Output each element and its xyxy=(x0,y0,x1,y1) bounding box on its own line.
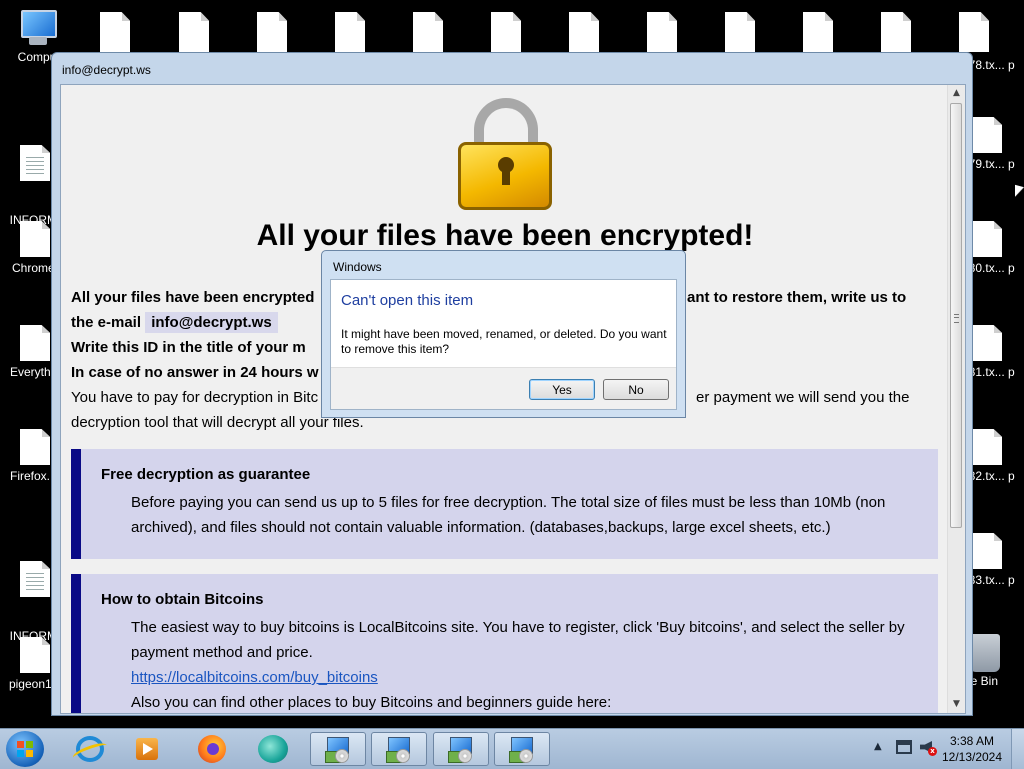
guarantee-title: Free decryption as guarantee xyxy=(101,466,311,483)
dialog-footer: Yes No xyxy=(331,367,676,409)
setup-program-icon xyxy=(509,737,533,763)
clock[interactable]: 3:38 AM 12/13/2024 xyxy=(936,733,1008,765)
text-file-icon xyxy=(20,145,50,181)
setup-program-icon xyxy=(448,737,472,763)
no-button[interactable]: No xyxy=(603,379,669,400)
network-icon[interactable] xyxy=(896,740,912,754)
browser-icon xyxy=(258,735,288,763)
para4-line2: decryption tool that will decrypt all yo… xyxy=(71,414,364,431)
desktop-file-icon[interactable] xyxy=(335,12,365,52)
file-icon xyxy=(972,325,1002,361)
contact-email: info@decrypt.ws xyxy=(145,312,278,333)
taskbar-open-window-1[interactable] xyxy=(310,732,366,766)
taskbar-firefox[interactable] xyxy=(186,732,238,766)
para2-line: Write this ID in the title of your m xyxy=(71,339,306,356)
dialog-heading: Can't open this item xyxy=(341,292,474,309)
email-prefix: the e-mail xyxy=(71,314,142,331)
desktop-file-icon[interactable] xyxy=(803,12,833,52)
scroll-down-icon[interactable]: ▼ xyxy=(948,696,965,713)
start-button[interactable] xyxy=(6,731,44,767)
ransom-headline: All your files have been encrypted! xyxy=(256,219,754,252)
scroll-thumb[interactable] xyxy=(950,103,962,528)
file-icon xyxy=(972,429,1002,465)
yes-button[interactable]: Yes xyxy=(529,379,595,400)
guarantee-box: Free decryption as guarantee Before payi… xyxy=(71,449,938,559)
para1-line1-right: ant to restore them, write us to xyxy=(687,289,907,306)
vertical-scrollbar[interactable]: ▲ ▼ xyxy=(947,85,965,713)
internet-explorer-icon xyxy=(76,736,104,762)
taskbar: ▲ x 3:38 AM 12/13/2024 xyxy=(0,728,1024,769)
file-icon xyxy=(20,221,50,257)
bitcoin-box: How to obtain Bitcoins The easiest way t… xyxy=(71,574,938,713)
taskbar-open-window-4[interactable] xyxy=(494,732,550,766)
file-icon xyxy=(20,429,50,465)
setup-program-icon xyxy=(386,737,410,763)
para4-line1-left: You have to pay for decryption in Bitc xyxy=(71,389,319,406)
localbitcoins-link[interactable]: https://localbitcoins.com/buy_bitcoins xyxy=(131,669,378,686)
file-icon xyxy=(972,117,1002,153)
desktop-file-icon[interactable] xyxy=(569,12,599,52)
bitcoin-line1: The easiest way to buy bitcoins is Local… xyxy=(131,619,905,636)
guarantee-line1: Before paying you can send us up to 5 fi… xyxy=(131,494,886,511)
desktop-file-icon[interactable] xyxy=(179,12,209,52)
recycle-bin-icon xyxy=(970,634,1000,672)
para4-line1-right: er payment we will send you the xyxy=(696,389,910,406)
file-icon xyxy=(972,533,1002,569)
computer-icon xyxy=(17,10,57,48)
desktop-file-icon[interactable] xyxy=(257,12,287,52)
desktop-file-icon[interactable] xyxy=(959,12,989,52)
para3-line: In case of no answer in 24 hours w xyxy=(71,364,319,381)
para1-line1-left: All your files have been encrypted xyxy=(71,289,315,306)
taskbar-open-window-2[interactable] xyxy=(371,732,427,766)
taskbar-browser[interactable] xyxy=(248,732,300,766)
taskbar-open-window-3[interactable] xyxy=(433,732,489,766)
media-player-icon xyxy=(136,738,158,760)
bitcoin-title: How to obtain Bitcoins xyxy=(101,591,264,608)
bitcoin-line3: Also you can find other places to buy Bi… xyxy=(131,694,612,711)
file-icon xyxy=(972,221,1002,257)
dialog-body: Can't open this item It might have been … xyxy=(330,279,677,410)
scroll-up-icon[interactable]: ▲ xyxy=(948,85,965,102)
file-icon xyxy=(20,637,50,673)
taskbar-internet-explorer[interactable] xyxy=(64,732,116,766)
desktop-file-icon[interactable] xyxy=(100,12,130,52)
error-dialog: Windows Can't open this item It might ha… xyxy=(321,250,686,418)
show-hidden-icons-icon[interactable]: ▲ xyxy=(874,741,882,752)
guarantee-line2: archived), and files should not contain … xyxy=(131,519,831,536)
clock-date: 12/13/2024 xyxy=(941,750,1003,764)
taskbar-media-player[interactable] xyxy=(122,732,174,766)
padlock-icon xyxy=(458,98,554,210)
firefox-icon xyxy=(198,735,226,763)
mouse-cursor xyxy=(1015,184,1024,200)
text-file-icon xyxy=(20,561,50,597)
desktop-file-icon[interactable] xyxy=(413,12,443,52)
para1-line2: the e-mail info@decrypt.ws xyxy=(71,312,278,333)
desktop-file-icon[interactable] xyxy=(647,12,677,52)
file-icon xyxy=(20,325,50,361)
system-tray: ▲ x 3:38 AM 12/13/2024 xyxy=(864,729,1024,769)
show-desktop-button[interactable] xyxy=(1011,729,1024,769)
dialog-title: Windows xyxy=(333,260,382,274)
dialog-message: It might have been moved, renamed, or de… xyxy=(341,327,667,356)
windows-logo-icon xyxy=(17,741,33,757)
bitcoin-line2: payment method and price. xyxy=(131,644,313,661)
desktop-file-icon[interactable] xyxy=(881,12,911,52)
clock-time: 3:38 AM xyxy=(949,734,995,748)
setup-program-icon xyxy=(325,737,349,763)
window-title: info@decrypt.ws xyxy=(62,63,151,77)
desktop-file-icon[interactable] xyxy=(725,12,755,52)
desktop-file-icon[interactable] xyxy=(491,12,521,52)
